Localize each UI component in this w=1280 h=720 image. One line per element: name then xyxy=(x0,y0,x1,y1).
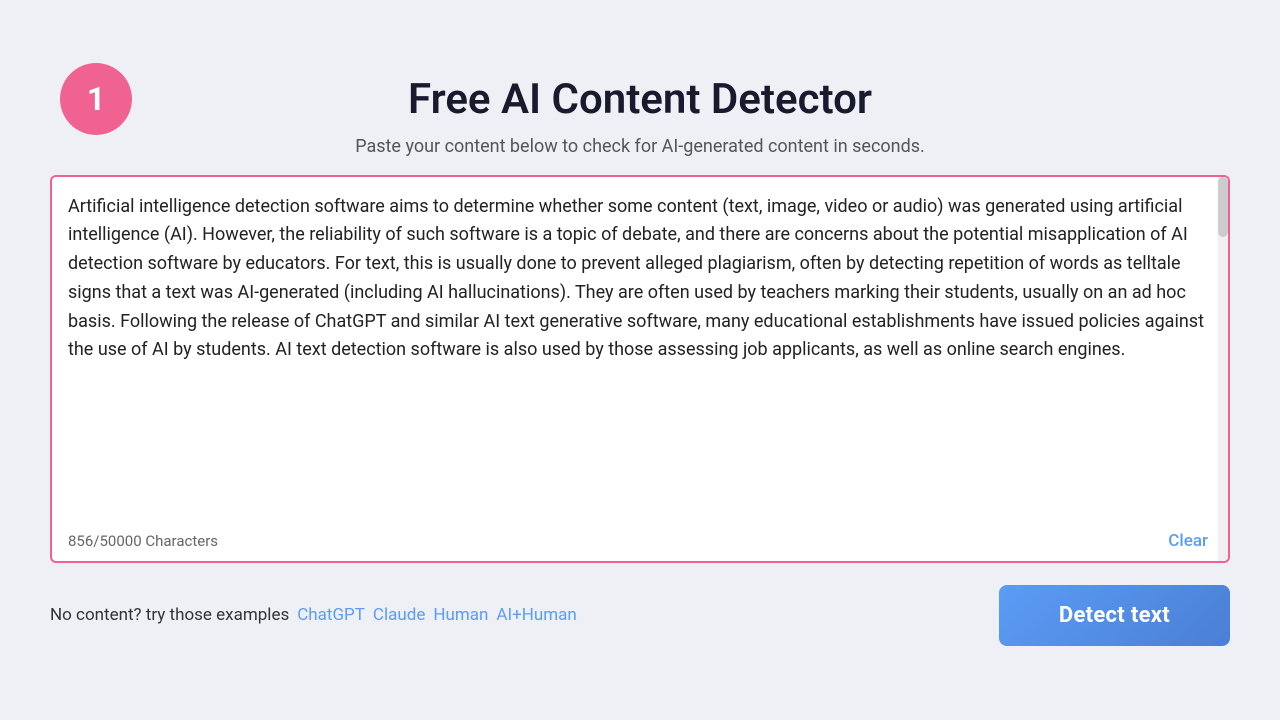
step-badge: 1 xyxy=(60,63,132,135)
header-section: 1 Free AI Content Detector Paste your co… xyxy=(50,75,1230,157)
textarea-container: 856/50000 Characters Clear xyxy=(50,175,1230,563)
title-row: 1 Free AI Content Detector xyxy=(50,75,1230,124)
scrollbar-thumb[interactable] xyxy=(1218,177,1228,237)
subtitle: Paste your content below to check for AI… xyxy=(355,136,925,157)
detect-text-button[interactable]: Detect text xyxy=(999,585,1230,646)
example-chatgpt[interactable]: ChatGPT xyxy=(297,605,365,625)
content-textarea[interactable] xyxy=(68,193,1212,513)
scrollbar-track xyxy=(1218,177,1228,561)
page-wrapper: 1 Free AI Content Detector Paste your co… xyxy=(50,75,1230,646)
clear-button[interactable]: Clear xyxy=(1168,531,1208,551)
char-count: 856/50000 Characters xyxy=(68,532,218,550)
bottom-bar: No content? try those examples ChatGPT C… xyxy=(50,585,1230,646)
example-ai-human[interactable]: AI+Human xyxy=(496,605,576,625)
examples-section: No content? try those examples ChatGPT C… xyxy=(50,605,577,625)
example-human[interactable]: Human xyxy=(433,605,488,625)
no-content-label: No content? try those examples xyxy=(50,605,289,625)
page-title: Free AI Content Detector xyxy=(408,75,872,124)
textarea-footer: 856/50000 Characters Clear xyxy=(68,531,1208,551)
step-number: 1 xyxy=(87,80,105,118)
example-claude[interactable]: Claude xyxy=(373,605,425,625)
